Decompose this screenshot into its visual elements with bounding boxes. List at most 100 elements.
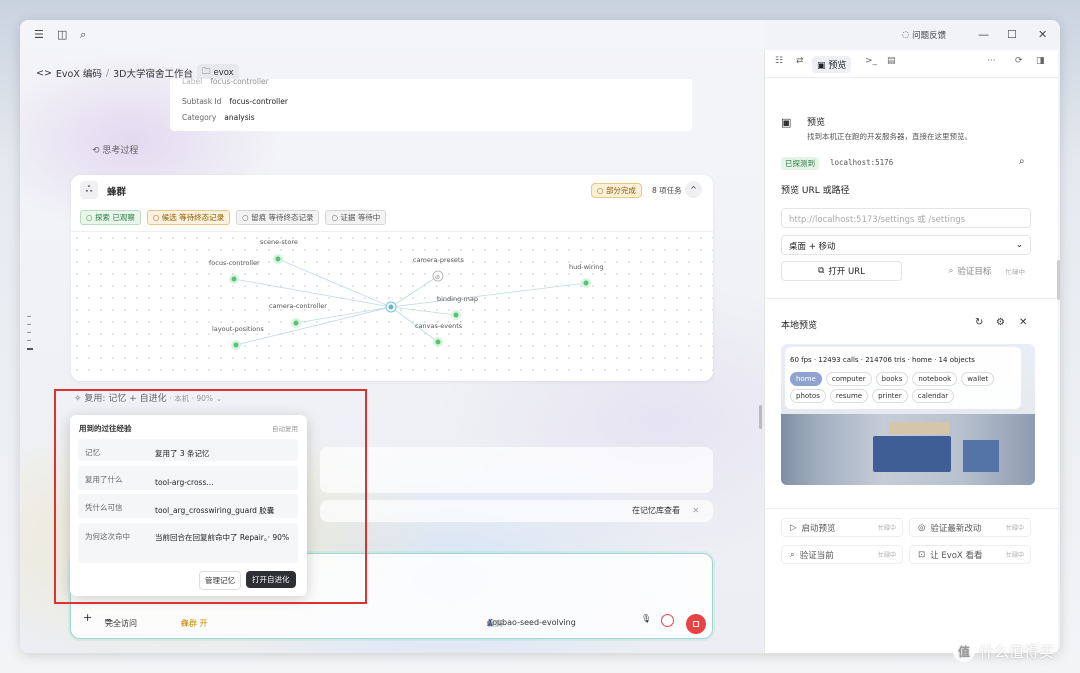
more-icon[interactable]: ···: [987, 56, 996, 66]
3d-preview-viewport[interactable]: 60 fps · 12493 calls · 214706 tris · hom…: [781, 344, 1035, 485]
refresh-icon[interactable]: ↻: [975, 317, 983, 328]
status-badge: ○ 部分完成: [591, 183, 642, 198]
model-selector[interactable]: ▲ doubao-seed-evolving 极高 ⌄: [487, 614, 576, 628]
watermark-text: 什么值得买: [979, 642, 1055, 661]
subtask-id-row: Subtask Id focus-controller: [182, 97, 288, 106]
access-selector[interactable]: ⛉ 完全访问 ⌄: [105, 614, 137, 628]
pin-icon[interactable]: ⟳: [1015, 56, 1023, 66]
pane-resizer[interactable]: [759, 405, 762, 429]
label-camera-controller: camera-controller: [269, 302, 327, 310]
tab-preview[interactable]: ▣ 预览: [812, 56, 852, 73]
plus-icon[interactable]: +: [83, 611, 92, 624]
verify-latest-button[interactable]: ◎ 验证最新改动 忙碌中: [909, 518, 1031, 537]
detected-badge: 已探测到: [781, 157, 819, 170]
panel-toggle-icon[interactable]: ◨: [1036, 56, 1045, 66]
tag-explore: ○ 探索 已观察: [80, 210, 141, 225]
close-window-icon[interactable]: ✕: [1038, 28, 1047, 41]
subtask-category-row: Category analysis: [182, 113, 255, 122]
detected-host: localhost:5176: [830, 158, 894, 167]
pill-resume[interactable]: resume: [829, 389, 869, 403]
file-tab-icon[interactable]: ▤: [887, 56, 896, 66]
swarm-icon: ஃ: [80, 181, 98, 199]
swarm-graph: ⊘ scene-store focus-controller camera-pr…: [71, 231, 713, 381]
pill-notebook[interactable]: notebook: [912, 372, 958, 386]
swarm-card: ஃ 蜂群 ○ 部分完成 8 项任务 ^ ○ 探索 已观察 ○ 候选 等待终态记录…: [71, 175, 713, 381]
render-stats: 60 fps · 12493 calls · 214706 tris · hom…: [790, 356, 975, 364]
preview-overlay: 60 fps · 12493 calls · 214706 tris · hom…: [785, 347, 1021, 409]
tag-evidence: ○ 证据 等待中: [325, 210, 387, 225]
tag-candidate: ○ 候选 等待终态记录: [146, 210, 231, 225]
search-icon: ⌕: [790, 549, 795, 560]
check-circle-icon: ◎: [918, 522, 926, 533]
menu-icon[interactable]: ☰: [34, 28, 44, 41]
chevron-down-icon: ⌄: [1015, 240, 1023, 250]
verify-target-button[interactable]: ⌕ 验证目标 忙碌中: [908, 261, 1032, 281]
breadcrumb-workspace[interactable]: 3D大学宿舍工作台: [113, 66, 193, 80]
label-canvas-events: canvas-events: [415, 322, 463, 330]
pill-calendar[interactable]: calendar: [911, 389, 955, 403]
label-scene-store: scene-store: [260, 238, 298, 246]
thinking-toggle[interactable]: ⟲ 思考过程: [92, 143, 138, 156]
watermark: 值 什么值得买: [953, 640, 1054, 662]
side-scroll-marks: [27, 316, 33, 357]
chat-pane: <> EvoX 编码 / 3D大学宿舍工作台 🗀 evox Label focus-…: [20, 20, 764, 653]
titlebar: ☰ ◫ ⌕ ◌ 问题反馈 — ☐ ✕: [20, 20, 1060, 50]
room-desk: [873, 436, 951, 472]
url-input[interactable]: http://localhost:5173/settings 或 /settin…: [781, 208, 1031, 228]
monitor-icon: ▣: [817, 61, 826, 71]
start-preview-button[interactable]: ▷ 启动预览 忙碌中: [781, 518, 903, 537]
url-label: 预览 URL 或路径: [781, 186, 850, 196]
swarm-stage-tags: ○ 探索 已观察 ○ 候选 等待终态记录 ○ 留痕 等待终态记录 ○ 证据 等待…: [80, 210, 387, 225]
pill-books[interactable]: books: [875, 372, 909, 386]
search-icon[interactable]: ⌕: [80, 28, 86, 42]
swarm-graph-svg: ⊘ scene-store focus-controller camera-pr…: [209, 238, 604, 350]
preview-header-desc: 找到本机正在跑的开发服务器，直接在这里预览。: [807, 132, 972, 141]
memory-view-link[interactable]: 在记忆库查看 ✕: [632, 505, 699, 516]
pill-computer[interactable]: computer: [825, 372, 872, 386]
preview-header-title: 预览: [807, 118, 826, 128]
watermark-logo-icon: 值: [953, 640, 975, 662]
settings-icon[interactable]: ⚙: [996, 317, 1005, 328]
search-host-icon[interactable]: ⌕: [1019, 156, 1025, 167]
label-focus-controller: focus-controller: [209, 259, 260, 267]
microphone-icon[interactable]: 🎙: [641, 614, 651, 623]
device-select[interactable]: 桌面 + 移动 ⌄: [781, 235, 1031, 255]
play-icon: ▷: [790, 522, 797, 533]
panel-scrollbar[interactable]: [1057, 260, 1060, 300]
pill-home[interactable]: home: [790, 372, 822, 386]
list-tab-icon[interactable]: ☷: [775, 56, 783, 66]
preview-header-icon: ▣: [781, 116, 792, 129]
breadcrumb-app[interactable]: EvoX 编码: [56, 66, 102, 80]
pill-wallet[interactable]: wallet: [961, 372, 995, 386]
feedback-button[interactable]: ◌ 问题反馈: [902, 29, 946, 41]
verify-current-button[interactable]: ⌕ 验证当前 忙碌中: [781, 545, 903, 564]
close-preview-icon[interactable]: ✕: [1019, 317, 1027, 328]
label-layout-positions: layout-positions: [212, 325, 264, 333]
maximize-icon[interactable]: ☐: [1007, 28, 1017, 41]
background-card: [320, 447, 713, 493]
panel-toolbar: ☷ ⇄ ▣ 预览 >_ ▤ ··· ⟳ ◨: [765, 50, 1058, 78]
pill-photos[interactable]: photos: [790, 389, 826, 403]
label-camera-presets: camera-presets: [413, 256, 464, 264]
terminal-tab-icon[interactable]: >_: [865, 56, 877, 66]
chevron-up-icon[interactable]: ^: [685, 181, 702, 198]
swarm-header[interactable]: ஃ 蜂群 ○ 部分完成 8 项任务 ^: [71, 175, 713, 205]
divider: [765, 298, 1058, 299]
record-button[interactable]: [661, 614, 674, 627]
stop-button[interactable]: [686, 614, 706, 634]
annotation-highlight: [54, 389, 367, 604]
svg-text:⊘: ⊘: [435, 274, 440, 281]
open-url-button[interactable]: ⧉ 打开 URL: [781, 261, 902, 281]
room-cabinet: [963, 440, 999, 472]
let-evox-look-button[interactable]: ⊡ 让 EvoX 看看 忙碌中: [909, 545, 1031, 564]
pill-printer[interactable]: printer: [872, 389, 908, 403]
diff-tab-icon[interactable]: ⇄: [796, 56, 804, 66]
tag-trace: ○ 留痕 等待终态记录: [236, 210, 320, 225]
code-icon: <>: [36, 67, 52, 79]
minimize-icon[interactable]: —: [978, 28, 989, 41]
sidebar-toggle-icon[interactable]: ◫: [57, 28, 67, 41]
room-shelf: [889, 422, 949, 434]
app-window: <> EvoX 编码 / 3D大学宿舍工作台 🗀 evox Label focus-…: [20, 20, 1060, 653]
close-icon[interactable]: ✕: [693, 506, 700, 515]
local-preview-title: 本地预览: [781, 321, 818, 331]
